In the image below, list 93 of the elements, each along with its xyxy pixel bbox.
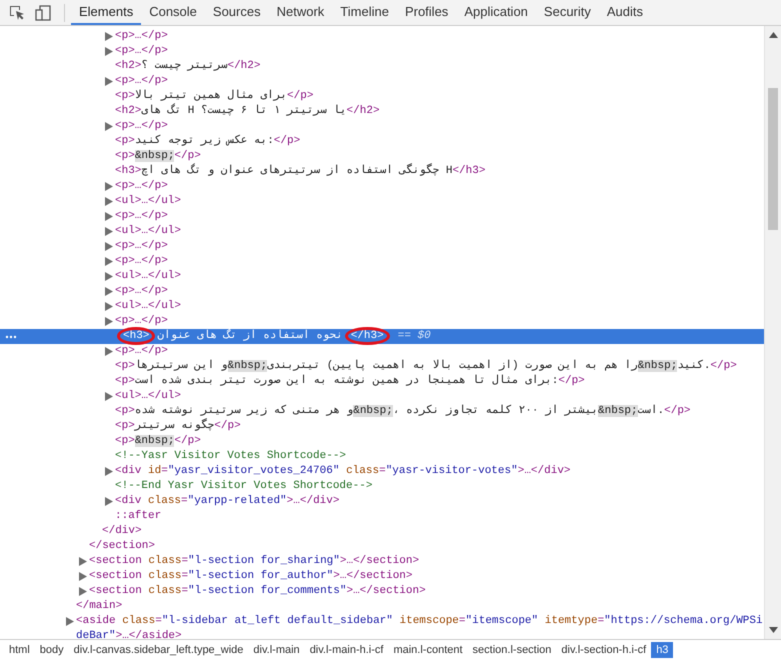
dom-tree-row[interactable]: <p>…</p> (0, 179, 764, 194)
code-line: </main> (76, 600, 122, 612)
dom-tree-row[interactable]: <p>…</p> (0, 119, 764, 134)
panel-tab[interactable]: Profiles (396, 0, 456, 25)
dom-tree-row[interactable]: <p>…</p> (0, 254, 764, 269)
panel-tab[interactable]: Audits (598, 0, 652, 25)
code-line: <p>&nbsp;</p> (115, 150, 201, 162)
inspect-element-icon[interactable] (8, 4, 26, 22)
dom-tree-row[interactable]: <p>&nbsp;</p> (0, 434, 764, 449)
panel-tab[interactable]: Sources (204, 0, 269, 25)
code-line: <div class="yarpp-related">…</div> (115, 495, 340, 507)
panel-tab[interactable]: Console (141, 0, 205, 25)
code-line: <p>…</p> (115, 240, 168, 252)
dom-tree-row[interactable]: <p>…</p> (0, 29, 764, 44)
dom-tree-row[interactable]: <ul>…</ul> (0, 194, 764, 209)
dom-tree-row[interactable]: </div> (0, 524, 764, 539)
code-line: <!--Yasr Visitor Votes Shortcode--> (115, 450, 346, 462)
code-line: <ul>…</ul> (115, 270, 182, 282)
expand-triangle-icon[interactable] (105, 122, 113, 131)
dom-tree-row[interactable]: <p>…</p> (0, 44, 764, 59)
scroll-down-icon[interactable] (768, 627, 778, 633)
dom-tree-row[interactable]: <p>…</p> (0, 239, 764, 254)
code-line: <ul>…</ul> (115, 225, 182, 237)
code-line: <p>…</p> (115, 180, 168, 192)
code-line: <p>…</p> (115, 120, 168, 132)
dom-tree-row[interactable]: <section class="l-section for_comments">…</section> (0, 584, 764, 599)
dom-tree-row[interactable]: <p>…</p> (0, 74, 764, 89)
dom-tree-row[interactable]: <ul>…</ul> (0, 224, 764, 239)
expand-triangle-icon[interactable] (66, 617, 74, 626)
breadcrumb-item[interactable]: body (34, 642, 69, 658)
code-line: <section class="l-section for_comments">…</section> (89, 585, 426, 597)
breadcrumb-item[interactable]: div.l-main (248, 642, 305, 658)
dom-tree-row[interactable]: </main> (0, 599, 764, 614)
panel-tab[interactable]: Timeline (332, 0, 397, 25)
breadcrumb-item[interactable]: html (4, 642, 35, 658)
expand-triangle-icon[interactable] (105, 347, 113, 356)
dom-tree-row[interactable]: <p>…</p> (0, 209, 764, 224)
code-line: <div id="yasr_visitor_votes_24706" class="yasr-visitor-votes">…</div> (115, 465, 571, 477)
dom-tree-row[interactable]: <div class="yarpp-related">…</div> (0, 494, 764, 509)
annotation-ellipse (344, 327, 390, 345)
panel-tab[interactable]: Elements (71, 0, 142, 25)
dom-tree-row[interactable]: <p>…</p> (0, 344, 764, 359)
more-options-icon[interactable] (5, 335, 17, 339)
dom-tree-row[interactable]: <div id="yasr_visitor_votes_24706" class="yasr-visitor-votes">…</div> (0, 464, 764, 479)
scroll-up-icon[interactable] (768, 32, 778, 38)
dom-tree-row[interactable]: <ul>…</ul> (0, 389, 764, 404)
code-line: <section class="l-section for_author">…</section> (89, 570, 412, 582)
code-line: <p>…</p> (115, 45, 168, 57)
panel-tab[interactable]: Network (268, 0, 332, 25)
code-line: <p>…</p> (115, 315, 168, 327)
code-line: <ul>…</ul> (115, 390, 182, 402)
expand-triangle-icon[interactable] (105, 497, 113, 506)
scrollbar-thumb[interactable] (768, 88, 778, 230)
expand-triangle-icon[interactable] (105, 77, 113, 86)
code-line: <p>…</p> (115, 30, 168, 42)
breadcrumb-item[interactable]: main.l-content (388, 642, 468, 658)
breadcrumb-item[interactable]: h3 (651, 642, 674, 658)
code-line: <p>…</p> (115, 255, 168, 267)
code-line: <p>…</p> (115, 75, 168, 87)
scrollbar[interactable] (764, 26, 781, 639)
dom-tree-row[interactable]: <p>…</p> (0, 284, 764, 299)
breadcrumb-item[interactable]: section.l-section (468, 642, 556, 658)
panel-tab[interactable]: Application (456, 0, 536, 25)
code-line: <section class="l-section for_sharing">…</section> (89, 555, 420, 567)
dom-tree-row[interactable]: </section> (0, 539, 764, 554)
dom-tree-row[interactable]: <!--End Yasr Visitor Votes Shortcode--> (0, 479, 764, 494)
code-line: <p>…</p> (115, 345, 168, 357)
code-line: </div> (102, 525, 142, 537)
annotation-ellipse (117, 327, 156, 345)
code-line: <p>…</p> (115, 285, 168, 297)
dom-tree-row[interactable]: <p>&nbsp;</p> (0, 149, 764, 164)
code-line: <ul>…</ul> (115, 300, 182, 312)
code-line: ::after (115, 510, 162, 522)
breadcrumb-item[interactable]: div.l-canvas.sidebar_left.type_wide (68, 642, 248, 658)
dom-tree-row[interactable]: <section class="l-section for_sharing">…</section> (0, 554, 764, 569)
expand-triangle-icon[interactable] (105, 467, 113, 476)
dom-tree-row[interactable]: <ul>…</ul> (0, 269, 764, 284)
code-line: <ul>…</ul> (115, 195, 182, 207)
dom-tree-row[interactable]: <p>…</p> (0, 314, 764, 329)
dom-tree-row[interactable]: ::after (0, 509, 764, 524)
dom-tree-row[interactable]: <ul>…</ul> (0, 299, 764, 314)
breadcrumb-item[interactable]: div.l-main-h.i-cf (304, 642, 388, 658)
dom-tree-row[interactable]: <section class="l-section for_author">…</section> (0, 569, 764, 584)
code-line: </section> (89, 540, 156, 552)
panel-tab[interactable]: Security (536, 0, 599, 25)
expand-triangle-icon[interactable] (105, 392, 113, 401)
code-line: <!--End Yasr Visitor Votes Shortcode--> (115, 480, 372, 492)
console-reference: == $0 (398, 330, 431, 342)
breadcrumb-item[interactable]: div.l-section-h.i-cf (556, 642, 652, 658)
code-line: <p>…</p> (115, 210, 168, 222)
device-mode-icon[interactable] (34, 4, 52, 22)
code-line: <p>&nbsp;</p> (115, 435, 201, 447)
dom-tree-row[interactable]: <!--Yasr Visitor Votes Shortcode--> (0, 449, 764, 464)
